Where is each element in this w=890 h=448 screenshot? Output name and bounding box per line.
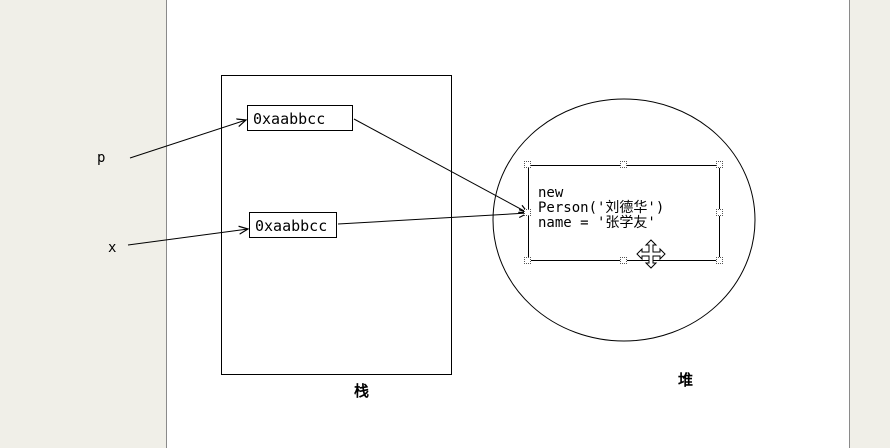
arrow-x-to-ref (127, 229, 248, 246)
heap-object-line-1: new (538, 185, 564, 201)
selection-handle-top-center[interactable] (620, 161, 627, 168)
selection-handle-middle-left[interactable] (524, 209, 531, 216)
arrow-p-to-ref (129, 120, 246, 159)
selection-handle-top-right[interactable] (716, 161, 723, 168)
move-cursor-icon (636, 239, 666, 269)
selection-handle-bottom-center[interactable] (620, 257, 627, 264)
arrow-refp-to-object (353, 118, 528, 213)
heap-object-line-3: name = '张学友' (538, 215, 656, 231)
diagram-connectors (127, 98, 756, 342)
selection-handle-middle-right[interactable] (716, 209, 723, 216)
heap-object-text: new Person('刘德华') name = '张学友' (538, 186, 664, 231)
selection-handle-top-left[interactable] (524, 161, 531, 168)
heap-object-line-2: Person('刘德华') (538, 200, 665, 216)
selection-handle-bottom-right[interactable] (716, 257, 723, 264)
arrow-refx-to-object (337, 213, 528, 225)
selection-handle-bottom-left[interactable] (524, 257, 531, 264)
